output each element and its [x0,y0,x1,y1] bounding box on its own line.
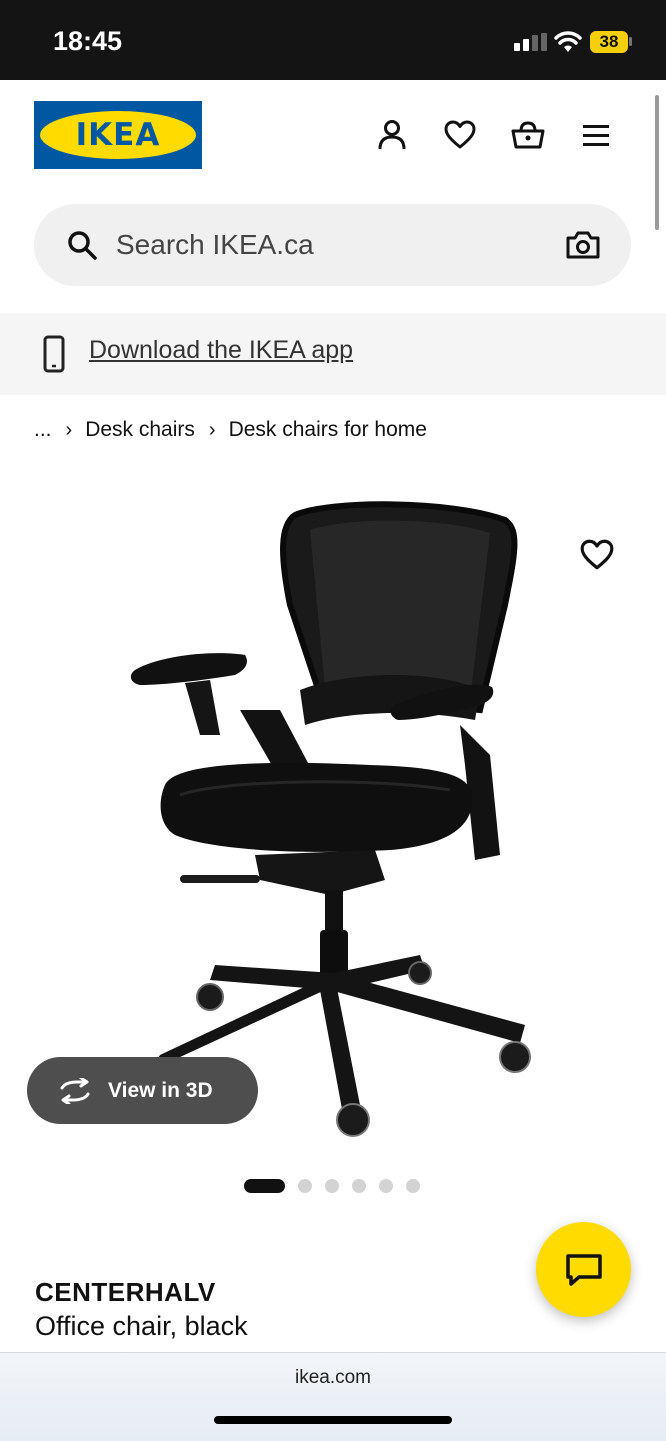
chevron-right-icon: › [208,418,216,441]
person-icon [378,120,406,150]
view-in-3d-label: View in 3D [108,1078,213,1102]
search-input[interactable]: Search IKEA.ca [116,229,314,261]
carousel-dot-5[interactable] [379,1179,393,1193]
cart-button[interactable] [509,116,547,154]
chevron-right-icon: › [65,418,73,441]
status-time: 18:45 [53,26,123,56]
smartphone-icon [43,335,65,373]
breadcrumb: ... › Desk chairs › Desk chairs for home [34,418,427,442]
view-in-3d-button[interactable]: View in 3D [27,1057,258,1124]
search-bar[interactable]: Search IKEA.ca [34,204,631,286]
carousel-pagination [244,1179,433,1193]
carousel-dot-6[interactable] [406,1179,420,1193]
hamburger-menu-icon [583,125,609,146]
product-name: CENTERHALV [35,1277,216,1307]
chat-button[interactable] [536,1222,631,1317]
camera-search-icon[interactable] [564,228,602,262]
shopping-basket-icon [511,121,545,149]
app-download-banner: Download the IKEA app [0,313,666,395]
carousel-dot-3[interactable] [325,1179,339,1193]
menu-button[interactable] [577,116,615,154]
search-icon [68,231,97,260]
product-image[interactable] [120,495,540,1145]
battery-nub [629,37,632,46]
ikea-logo[interactable]: IKEA ® [34,101,202,169]
breadcrumb-item-desk-chairs[interactable]: Desk chairs [85,418,195,442]
status-bar: 18:45 38 [0,0,666,80]
carousel-dot-2[interactable] [298,1179,312,1193]
download-app-link[interactable]: Download the IKEA app [89,336,353,365]
favorite-heart-icon[interactable] [578,537,616,573]
cellular-signal-icon [514,33,547,51]
carousel-dot-4[interactable] [352,1179,366,1193]
battery-indicator: 38 [590,31,628,53]
rotate-3d-icon [60,1077,90,1104]
wishlist-button[interactable] [441,116,479,154]
browser-url[interactable]: ikea.com [0,1367,666,1389]
browser-url-bar[interactable]: ikea.com [0,1352,666,1441]
account-button[interactable] [373,116,411,154]
logo-registered-mark: ® [186,115,192,124]
wifi-icon [554,31,582,52]
breadcrumb-item-desk-chairs-for-home[interactable]: Desk chairs for home [229,418,427,442]
heart-icon [444,120,476,149]
product-description: Office chair, black [35,1311,248,1341]
carousel-dot-1[interactable] [244,1179,285,1193]
page-scrollbar[interactable] [655,95,659,230]
logo-text: IKEA [75,117,161,153]
chat-bubble-icon [566,1254,602,1286]
breadcrumb-ellipsis[interactable]: ... [34,418,52,442]
home-indicator[interactable] [214,1416,452,1424]
